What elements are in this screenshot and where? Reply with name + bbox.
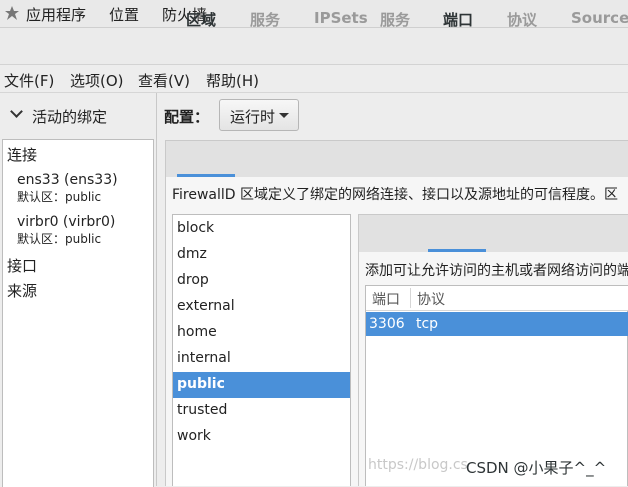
tab-services[interactable]: 服务 [250,9,280,30]
zone-item[interactable]: home [173,320,350,346]
table-row-selected[interactable] [366,312,628,336]
protocol-cell: tcp [416,316,439,332]
zone-item[interactable]: internal [173,346,350,372]
connections-label: 连接 [7,146,38,164]
column-header-port[interactable]: 端口 [372,289,400,309]
watermark-url: https://blog.cs [368,457,468,473]
dropdown-arrow-icon [279,113,289,118]
tab-ports[interactable]: 端口 [443,9,473,30]
zone-item[interactable]: trusted [173,398,350,424]
zone-item-selected[interactable]: public [173,372,350,398]
chevron-down-icon[interactable] [10,105,23,118]
column-separator [410,288,411,308]
menu-bar: 文件(F) 选项(O) 查看(V) 帮助(H) [0,65,628,93]
column-header-protocol[interactable]: 协议 [417,289,445,309]
active-tab-indicator [428,249,486,252]
ports-table-header [366,286,628,311]
connection-name: ens33 (ens33) [17,172,118,188]
applications-icon [5,6,19,20]
tab-ipsets[interactable]: IPSets [314,9,368,27]
zone-item[interactable]: drop [173,268,350,294]
menu-options[interactable]: 选项(O) [70,70,124,91]
menu-help[interactable]: 帮助(H) [206,70,259,91]
interfaces-label: 接口 [7,257,38,275]
zone-item[interactable]: external [173,294,350,320]
pane-divider[interactable] [156,93,157,486]
places-menu[interactable]: 位置 [109,4,139,25]
menu-file[interactable]: 文件(F) [4,70,54,91]
port-cell: 3306 [369,316,405,332]
applications-menu[interactable]: 应用程序 [26,4,86,25]
active-bindings-header[interactable]: 活动的绑定 [0,93,156,137]
configuration-label: 配置： [164,108,210,126]
main-tab-bar [165,140,628,177]
tab-protocols[interactable]: 协议 [507,9,537,30]
connection-zone: 默认区：public [17,190,102,204]
tab-zone-services[interactable]: 服务 [380,9,410,30]
connection-item[interactable]: virbr0 (virbr0) 默认区：public [17,214,115,247]
connection-name: virbr0 (virbr0) [17,214,116,230]
configuration-mode-value: 运行时 [230,108,276,126]
window-titlebar [0,28,628,65]
ports-description: 添加可让允许访问的主机或者网络访问的端口 [365,263,628,279]
zone-item[interactable]: work [173,424,350,450]
menu-view[interactable]: 查看(V) [138,70,190,91]
zone-item[interactable]: block [173,216,350,242]
configuration-mode-dropdown[interactable]: 运行时 [219,99,299,131]
zones-description: FirewallD 区域定义了绑定的网络连接、接口以及源地址的可信程度。区 [172,187,619,203]
zone-item[interactable]: dmz [173,242,350,268]
bindings-list: 连接 ens33 (ens33) 默认区：public virbr0 (virb… [2,139,154,487]
watermark-author: CSDN @小果子^_^ [466,459,607,477]
active-bindings-label: 活动的绑定 [32,108,108,126]
tab-zones[interactable]: 区域 [186,9,216,30]
zone-settings-tab-bar [359,215,628,252]
tab-source-port[interactable]: Source Port [571,9,628,27]
sources-label: 来源 [7,282,38,300]
connection-item[interactable]: ens33 (ens33) 默认区：public [17,172,118,205]
connection-zone: 默认区：public [17,232,102,246]
